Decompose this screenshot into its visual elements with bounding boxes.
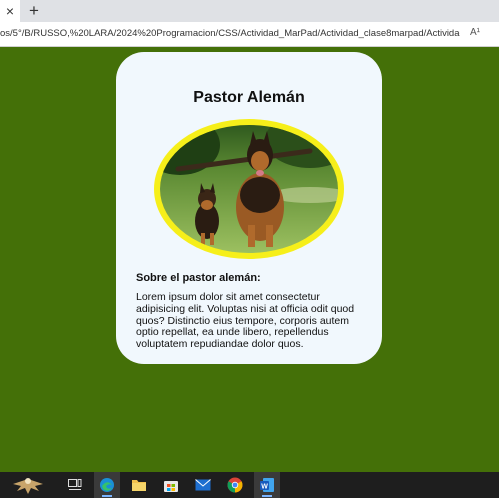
mail-icon[interactable] [190,472,216,498]
url-text[interactable]: os/5°/B/RUSSO,%20LARA/2024%20Programacio… [0,28,460,39]
chrome-icon[interactable] [222,472,248,498]
description-paragraph: Lorem ipsum dolor sit amet consectetur a… [136,291,355,351]
dog-photo-frame [154,119,344,259]
dog-card: Pastor Alemán Sobre el pastor alemán: Lo… [116,52,382,364]
file-explorer-icon[interactable] [126,472,152,498]
store-icon[interactable] [158,472,184,498]
section-heading: Sobre el pastor alemán: [136,272,261,284]
edge-icon[interactable] [94,472,120,498]
new-tab-button[interactable]: + [25,2,43,20]
browser-tab-strip: × + [0,0,499,22]
read-aloud-icon[interactable]: A¹ [470,27,480,38]
word-icon[interactable]: W [254,472,280,498]
german-shepherd-photo [160,125,338,253]
page-title: Pastor Alemán [193,89,305,106]
task-view-icon[interactable] [62,472,88,498]
close-tab-icon[interactable]: × [6,4,14,18]
svg-text:W: W [261,483,268,490]
address-bar[interactable]: os/5°/B/RUSSO,%20LARA/2024%20Programacio… [0,22,499,47]
windows-taskbar: W [0,472,499,498]
eagle-logo-icon[interactable] [0,472,56,498]
browser-tab[interactable]: × [0,0,20,22]
